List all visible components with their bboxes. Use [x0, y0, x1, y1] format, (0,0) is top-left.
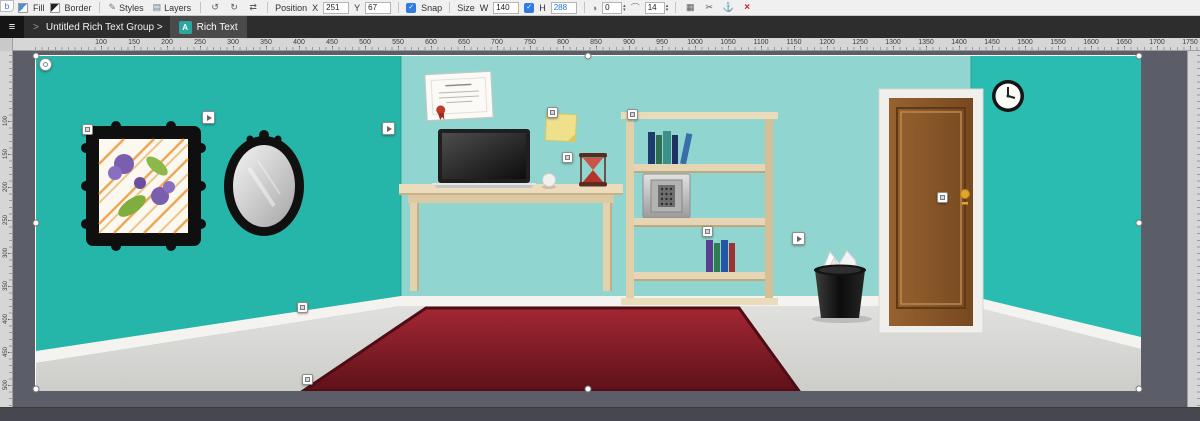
- position-label: Position: [275, 2, 308, 13]
- x-label: X: [312, 2, 319, 13]
- spinner-arrows[interactable]: ▴ ▾: [666, 3, 669, 12]
- styles-label: Styles: [119, 2, 144, 13]
- border-label: Border: [64, 2, 92, 13]
- horizontal-ruler[interactable]: 100 150 200 250 300 350 400 450 500 550 600 650 700 7…: [0, 38, 1200, 51]
- separator: [200, 2, 202, 13]
- fill-label: Fill: [33, 2, 45, 13]
- separator: [98, 2, 100, 13]
- layers-label: Layers: [164, 2, 192, 13]
- app-window: b Fill Border ✎ Styles ▤ Layers ↺ ↻ ⇄ Po…: [0, 0, 1200, 421]
- vertical-ruler[interactable]: 100 150 200 250 300 350 400 450 500: [0, 51, 13, 407]
- object-marker[interactable]: [82, 124, 93, 135]
- anchor-button[interactable]: ⚓: [721, 1, 735, 14]
- styles-icon: ✎: [108, 2, 117, 12]
- corner-radius-icon: ⌒: [630, 3, 640, 13]
- rotate-ccw-button[interactable]: ↺: [208, 1, 222, 14]
- selection-handle[interactable]: [32, 52, 40, 60]
- breadcrumb-bar: ≡ > Untitled Rich Text Group > A Rich Te…: [0, 16, 1200, 38]
- separator: [449, 2, 451, 13]
- grid-button[interactable]: ▦: [683, 1, 697, 14]
- menu-button[interactable]: ≡: [0, 16, 24, 38]
- object-marker[interactable]: [547, 107, 558, 118]
- spin-down-icon[interactable]: ▾: [666, 7, 669, 12]
- rich-text-icon: A: [178, 20, 192, 34]
- selection-handle[interactable]: [32, 385, 40, 393]
- breadcrumb-group[interactable]: Untitled Rich Text Group >: [46, 22, 163, 33]
- size-label: Size: [457, 2, 475, 13]
- format-toolbar: Fill Border ✎ Styles ▤ Layers ↺ ↻ ⇄ Posi…: [0, 0, 1200, 16]
- play-marker[interactable]: [202, 111, 215, 124]
- crop-button[interactable]: ✂: [702, 1, 716, 14]
- h-ruler-numbers: 100 150 200 250 300 350 400 450 500 550 600 650 700 7…: [0, 38, 1200, 50]
- opacity-spinner[interactable]: ▴ ▾: [602, 1, 626, 14]
- breadcrumb-chevron: >: [33, 21, 39, 33]
- w-input[interactable]: [493, 1, 520, 14]
- h-input[interactable]: [550, 1, 577, 14]
- object-marker[interactable]: [702, 226, 713, 237]
- rotate-badge[interactable]: [39, 58, 52, 71]
- corner-badge[interactable]: b: [0, 0, 14, 12]
- fill-swatch[interactable]: [18, 2, 28, 13]
- v-ruler-numbers: 100 150 200 250 300 350 400 450 500: [0, 51, 12, 407]
- object-marker[interactable]: [302, 374, 313, 385]
- radius-spinner[interactable]: ▴ ▾: [644, 1, 669, 14]
- selection-handle[interactable]: [584, 385, 591, 393]
- link-dimensions-checkbox[interactable]: ✓: [524, 2, 535, 13]
- radius-input[interactable]: [644, 1, 665, 14]
- opacity-icon: ◑: [591, 2, 598, 13]
- rotate-cw-button[interactable]: ↻: [227, 1, 241, 14]
- object-marker[interactable]: [562, 152, 573, 163]
- snap-checkbox[interactable]: ✓: [406, 2, 417, 13]
- y-input[interactable]: [365, 1, 392, 14]
- separator: [267, 2, 269, 13]
- object-marker[interactable]: [627, 109, 638, 120]
- object-marker[interactable]: [937, 192, 948, 203]
- separator: [583, 2, 585, 13]
- selection-handle[interactable]: [1135, 52, 1143, 60]
- play-marker[interactable]: [792, 232, 805, 245]
- bottom-bar[interactable]: [0, 407, 1200, 421]
- canvas-viewport[interactable]: [13, 51, 1187, 407]
- play-marker[interactable]: [382, 122, 395, 135]
- y-label: Y: [354, 2, 361, 13]
- ruler-corner: [0, 38, 13, 51]
- opacity-input[interactable]: [602, 1, 623, 14]
- snap-label: Snap: [421, 2, 443, 13]
- styles-button[interactable]: ✎ Styles: [107, 2, 146, 13]
- border-swatch[interactable]: [49, 2, 60, 13]
- selection-handle[interactable]: [1135, 385, 1143, 393]
- selection-handle[interactable]: [1135, 219, 1143, 226]
- selection-handle[interactable]: [32, 219, 40, 226]
- layers-button[interactable]: ▤ Layers: [151, 2, 194, 13]
- delete-button[interactable]: ×: [740, 1, 754, 14]
- selection-handle[interactable]: [584, 52, 591, 60]
- spinner-arrows[interactable]: ▴ ▾: [623, 3, 626, 12]
- tab-label: Rich Text: [196, 21, 238, 33]
- layers-icon: ▤: [152, 2, 162, 12]
- w-label: W: [479, 2, 489, 13]
- flip-button[interactable]: ⇄: [246, 1, 260, 14]
- spin-down-icon[interactable]: ▾: [623, 7, 626, 12]
- x-input[interactable]: [323, 1, 350, 14]
- h-label: H: [539, 2, 546, 13]
- object-marker[interactable]: [297, 302, 308, 313]
- tab-rich-text[interactable]: A Rich Text: [169, 16, 247, 38]
- separator: [398, 2, 400, 13]
- marker-layer: [36, 56, 1139, 389]
- artboard[interactable]: [32, 52, 1143, 393]
- separator: [675, 2, 677, 13]
- right-vertical-ruler[interactable]: [1187, 51, 1200, 407]
